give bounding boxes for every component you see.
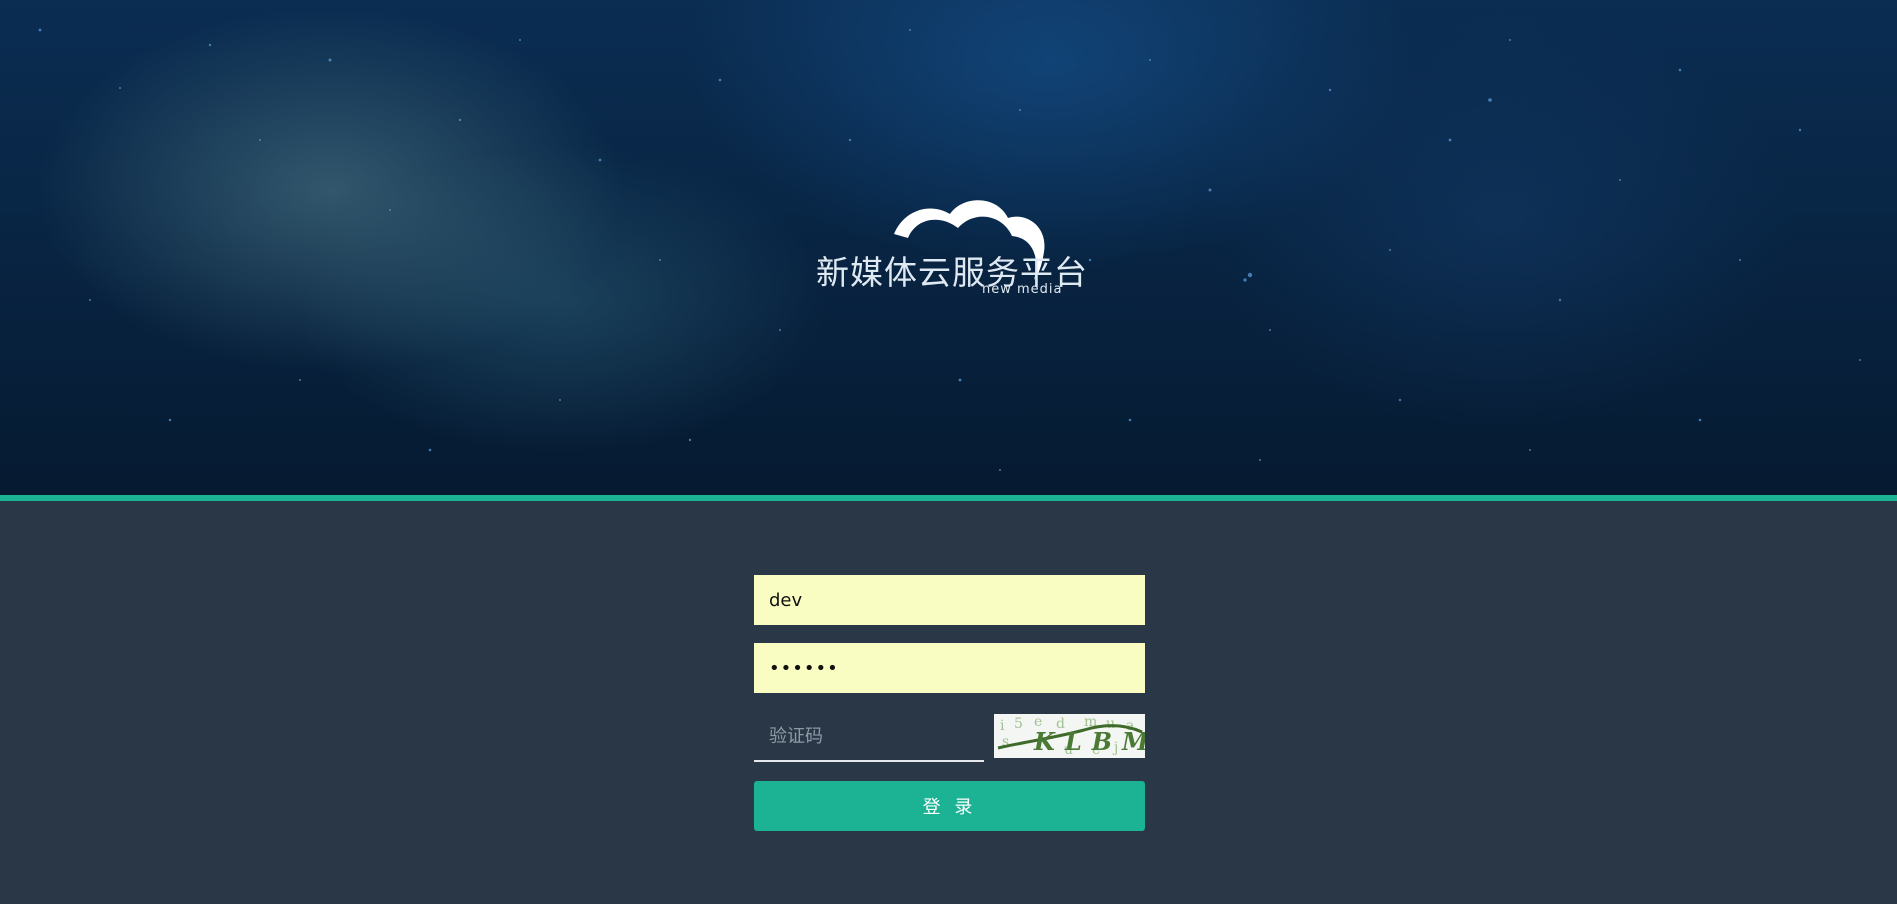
brand-subtitle: new media (982, 282, 1063, 297)
captcha-image[interactable]: i5s edm uaj ue KLBM (994, 714, 1145, 758)
captcha-text: KLBM (1033, 727, 1145, 756)
password-input[interactable] (754, 643, 1145, 693)
svg-text:5: 5 (1014, 716, 1023, 732)
login-button[interactable]: 登 录 (754, 781, 1145, 831)
hero-banner: 新媒体云服务平台 new media (0, 0, 1897, 496)
captcha-input[interactable] (754, 713, 984, 762)
brand-logo: 新媒体云服务平台 new media (812, 196, 1087, 297)
username-input[interactable] (754, 575, 1145, 625)
login-panel (0, 501, 1897, 904)
captcha-graphic: i5s edm uaj ue KLBM (997, 714, 1145, 758)
svg-text:i: i (1000, 718, 1005, 734)
